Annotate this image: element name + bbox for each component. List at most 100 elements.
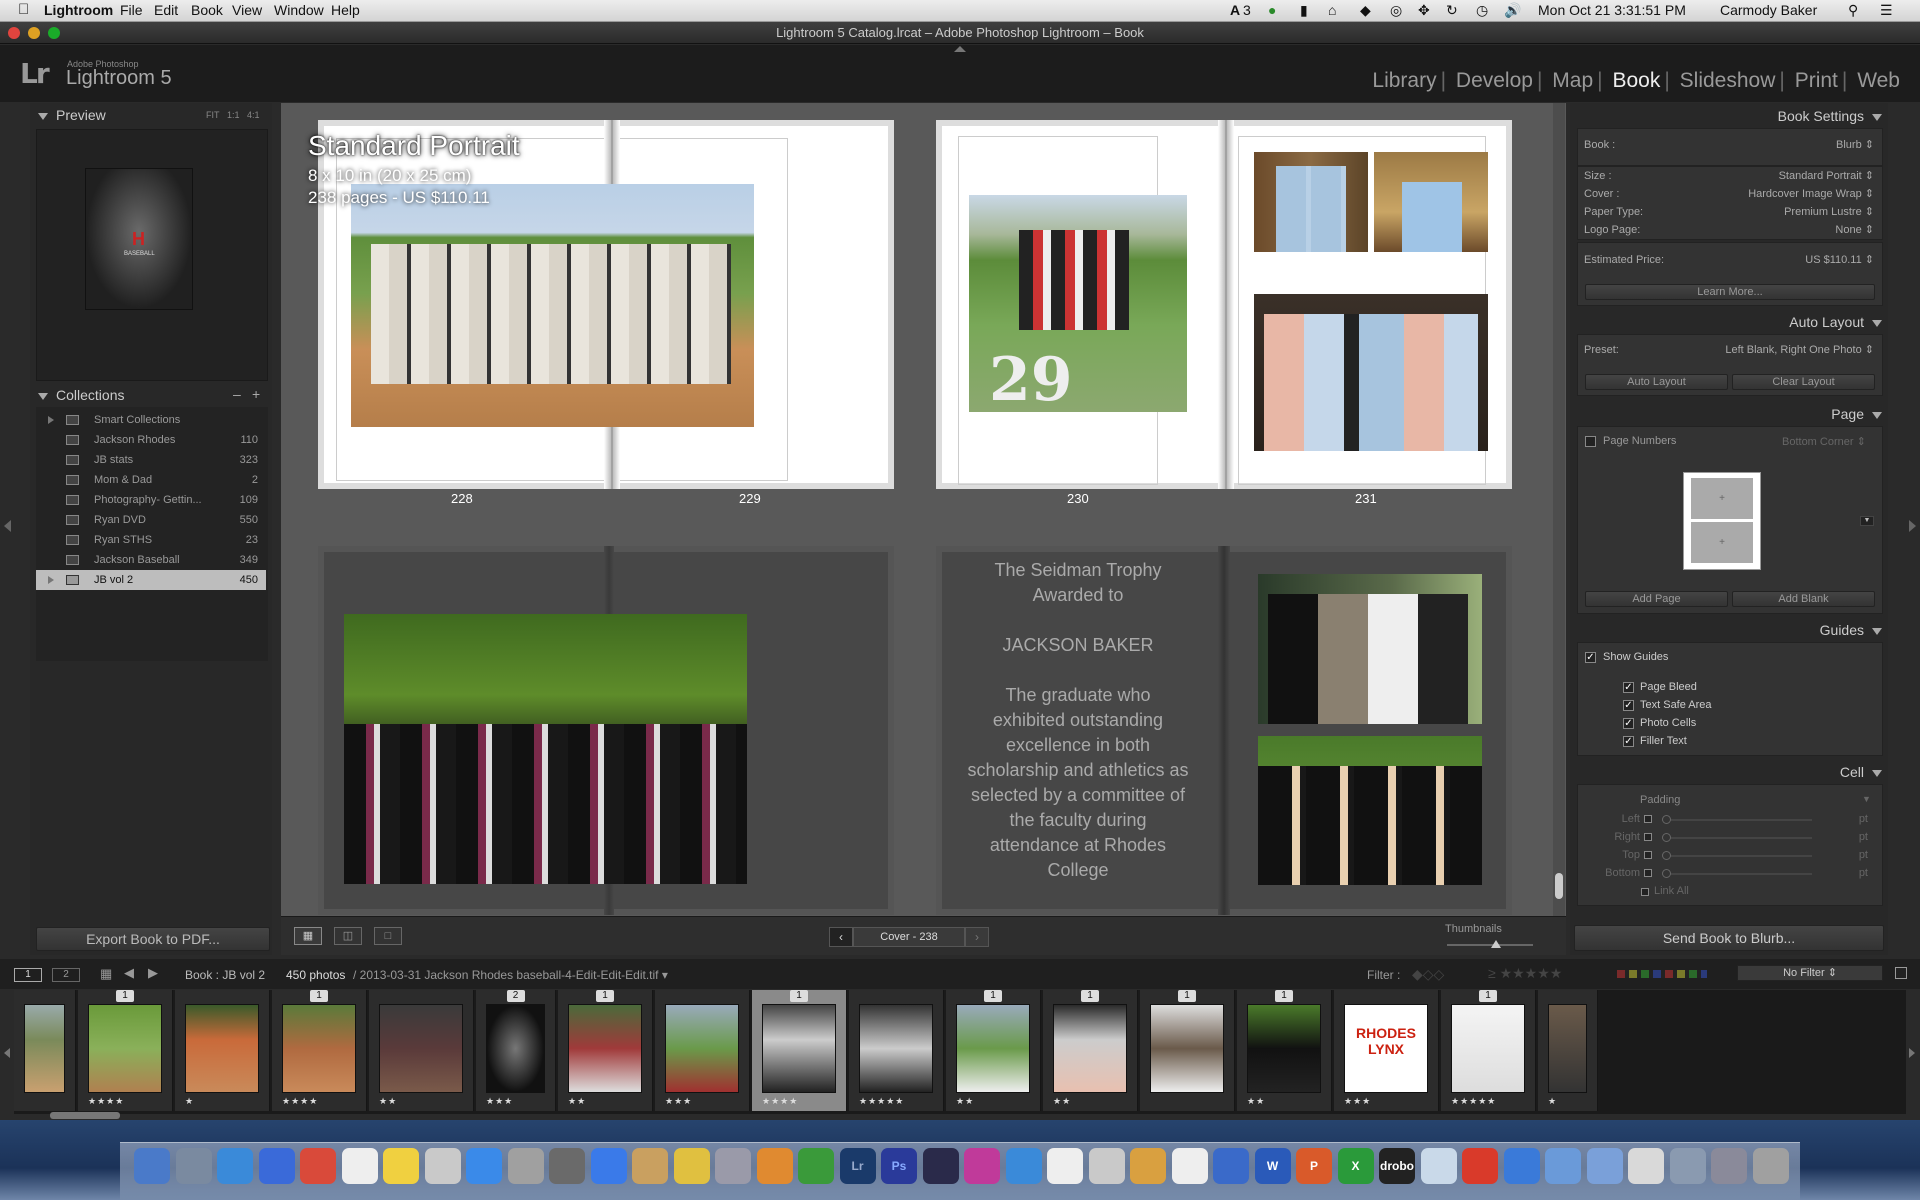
sync-status-icon[interactable]: ● [1268,2,1276,18]
secondary-window-button[interactable]: 2 [52,968,80,982]
page-numbers-checkbox[interactable] [1585,436,1596,447]
template-dropdown-icon[interactable]: ▼ [1860,516,1874,526]
filter-lock-icon[interactable] [1895,967,1907,979]
star-rating[interactable]: ★★★★ [88,1096,124,1107]
rating-filter-stars[interactable]: ≥ ★★★★★ [1488,965,1562,982]
star-rating[interactable]: ★ [185,1096,194,1107]
keynote-icon[interactable] [756,1148,793,1184]
spread-228-229[interactable]: Standard Portrait 8 x 10 in (20 x 25 cm)… [308,120,894,489]
filmstrip-thumbnail[interactable]: 1 ★★★★ [78,990,173,1111]
itunes-icon[interactable] [258,1148,295,1184]
filmstrip-thumbnail[interactable]: ★★★ [655,990,750,1111]
star-rating[interactable]: ★★★★★ [859,1096,904,1107]
star-rating[interactable]: ★★★★ [282,1096,318,1107]
page-template-preview[interactable]: + + [1683,472,1761,570]
collection-row[interactable]: Jackson Rhodes 110 [36,430,266,450]
printer-icon[interactable] [1171,1148,1208,1184]
launchpad-icon[interactable] [424,1148,461,1184]
slider-handle[interactable] [1491,940,1501,948]
star-rating[interactable]: ★★★ [1344,1096,1371,1107]
volume-icon[interactable]: 🔊 [1504,2,1521,19]
expand-icon[interactable] [48,576,54,584]
refresh-icon[interactable]: ↻ [1446,2,1458,19]
lightroom-dock-icon[interactable]: Lr [839,1148,876,1184]
filmstrip-thumbnail[interactable]: 1 ★★ [946,990,1041,1111]
folder-icon[interactable] [1586,1148,1623,1184]
module-develop[interactable]: Develop [1456,69,1533,92]
home-icon[interactable]: ⌂ [1328,2,1336,18]
family-field-photo[interactable]: 29 [969,195,1187,412]
spread-230-231[interactable]: 29 [936,120,1512,489]
filmstrip-thumbnail[interactable]: ★★ [369,990,474,1111]
guitar-icon[interactable] [1130,1148,1166,1184]
filmstrip-thumbnail[interactable]: 1 ★★★★★ [1441,990,1536,1111]
page-header[interactable]: Page [1760,404,1882,424]
downloads-folder-icon[interactable] [1711,1148,1747,1184]
module-print[interactable]: Print [1795,69,1838,92]
filler-text-checkbox[interactable]: ✓ [1623,736,1634,747]
documents-folder-icon[interactable] [1669,1148,1706,1184]
color-label-filter-icons[interactable] [1617,970,1707,978]
game-icon[interactable] [673,1148,710,1184]
filmstrip-thumbnail[interactable]: 1 ★★ [1043,990,1138,1111]
messages-icon[interactable] [466,1148,502,1184]
filmstrip-thumbnail[interactable]: 2 ★★★ [476,990,556,1111]
apple-menu-icon[interactable]:  [18,1,29,18]
graduation-crowd-photo[interactable] [344,614,747,884]
slider-handle[interactable] [1662,815,1671,824]
show-guides-checkbox[interactable]: ✓ [1585,652,1596,663]
pdf-icon[interactable] [1420,1148,1457,1184]
filmstrip-scrollbar-thumb[interactable] [50,1112,120,1119]
spread-view-icon[interactable]: ◫ [334,927,362,945]
photo-app-icon[interactable] [507,1148,544,1184]
photo-booth-icon[interactable] [1213,1148,1249,1184]
minimize-window-button[interactable] [28,27,40,39]
filmstrip-thumbnail[interactable]: 1 [1140,990,1235,1111]
logo-value[interactable]: None ⇕ [1835,222,1874,238]
padding-collapse-icon[interactable]: ▼ [1862,794,1871,804]
page-navigator[interactable]: Cover - 238 [853,927,965,947]
photoshop-dock-icon[interactable]: Ps [881,1148,917,1184]
utility-icon[interactable] [715,1148,751,1184]
learn-more-button[interactable]: Learn More... [1585,284,1875,300]
battery-icon[interactable]: ▮ [1300,2,1308,19]
expand-icon[interactable] [48,416,54,424]
filmstrip-thumbnail[interactable]: RHODES LYNX ★★★ [1334,990,1439,1111]
team-photo[interactable] [351,184,754,427]
filmstrip-thumbnail[interactable]: 1 ★★ [558,990,653,1111]
home-folder-icon[interactable] [1628,1148,1664,1184]
word-icon[interactable]: W [1254,1148,1291,1184]
right-panel-toggle-icon[interactable] [1909,520,1916,532]
stickies-icon[interactable] [383,1148,419,1184]
family-group-photo[interactable] [1254,294,1488,451]
star-rating[interactable]: ★★★★★ [1451,1096,1496,1107]
dropbox-icon[interactable]: ◆ [1360,2,1371,19]
zoom-1-1[interactable]: 1:1 [227,110,240,120]
adobe-status-icon[interactable]: A [1230,2,1240,18]
module-library[interactable]: Library [1372,69,1436,92]
collection-row[interactable]: Photography- Gettin... 109 [36,490,266,510]
spread-trophy[interactable]: The Seidman Trophy Awarded to JACKSON BA… [936,546,1512,915]
star-rating[interactable]: ★★ [1053,1096,1071,1107]
padding-slider[interactable] [1662,851,1812,860]
page-bleed-checkbox[interactable]: ✓ [1623,682,1634,693]
filmstrip-scroll-left-icon[interactable] [4,1048,10,1058]
text-safe-area-checkbox[interactable]: ✓ [1623,700,1634,711]
filmstrip-thumbnail[interactable]: 1 ★★★★ [752,990,847,1111]
folder-icon[interactable] [1545,1148,1581,1184]
spotlight-icon[interactable]: ⚲ [1848,2,1858,19]
cover-value[interactable]: Hardcover Image Wrap ⇕ [1748,186,1874,202]
padding-lock-checkbox[interactable] [1644,869,1652,877]
numbers-icon[interactable] [798,1148,834,1184]
thumbnails-slider[interactable] [1447,940,1533,948]
finder-icon[interactable] [134,1148,170,1184]
app-store-icon[interactable] [1005,1148,1042,1184]
book-value[interactable]: Blurb ⇕ [1836,137,1874,153]
padding-slider[interactable] [1662,815,1812,824]
slider-handle[interactable] [1662,869,1671,878]
clear-layout-button[interactable]: Clear Layout [1732,374,1875,390]
photo-cells-checkbox[interactable]: ✓ [1623,718,1634,729]
menu-view[interactable]: View [232,2,262,18]
star-rating[interactable]: ★★★ [665,1096,692,1107]
trash-icon[interactable] [1752,1148,1789,1184]
